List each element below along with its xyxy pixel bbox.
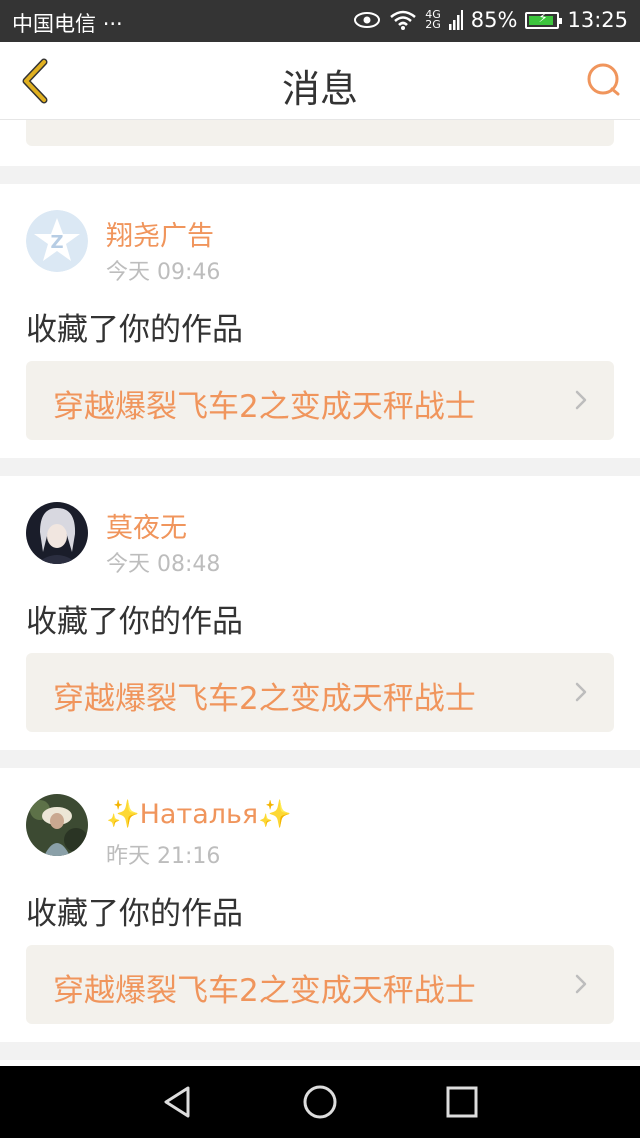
wifi-icon (390, 10, 417, 30)
nav-back-icon[interactable] (160, 1084, 196, 1120)
message-list[interactable]: Z 翔尧广告 今天 09:46 收藏了你的作品 穿越爆裂飞车2之变成天秤战士 莫… (0, 120, 640, 1066)
nav-recents-icon[interactable] (444, 1084, 480, 1120)
avatar[interactable] (26, 502, 88, 564)
user-portrait-avatar (26, 502, 88, 564)
nav-home-icon[interactable] (302, 1084, 338, 1120)
page-title: 消息 (281, 67, 358, 111)
header-bar: 消息 (0, 42, 640, 120)
work-link-partial[interactable] (26, 120, 614, 146)
message-card: 莫夜无 今天 08:48 收藏了你的作品 穿越爆裂飞车2之变成天秤战士 (0, 476, 640, 750)
carrier-label: 中国电信 (12, 12, 96, 36)
more-indicator: ··· (102, 12, 123, 36)
message-card: Z 翔尧广告 今天 09:46 收藏了你的作品 穿越爆裂飞车2之变成天秤战士 (0, 184, 640, 458)
avatar[interactable] (26, 794, 88, 856)
battery-percent: 85% (470, 8, 518, 32)
action-text: 收藏了你的作品 (26, 312, 243, 348)
eye-icon (354, 12, 381, 28)
avatar[interactable]: Z (26, 210, 88, 272)
status-bar: 中国电信 ··· 4G 2G 85% ⚡ 13:25 (0, 0, 640, 42)
status-time: 13:25 (567, 8, 628, 32)
battery-icon: ⚡ (525, 11, 563, 29)
username[interactable]: ✨Наталья✨ (106, 798, 292, 830)
signal-icon (448, 10, 463, 30)
username[interactable]: 莫夜无 (106, 506, 187, 545)
status-left: 中国电信 ··· (12, 8, 123, 38)
chevron-right-icon (575, 974, 587, 994)
work-link[interactable]: 穿越爆裂飞车2之变成天秤战士 (26, 361, 614, 440)
chevron-right-icon (575, 390, 587, 410)
network-type: 4G 2G (425, 9, 441, 31)
message-time: 昨天 21:16 (106, 844, 221, 869)
work-title: 穿越爆裂飞车2之变成天秤战士 (53, 681, 476, 717)
work-link[interactable]: 穿越爆裂飞车2之变成天秤战士 (26, 653, 614, 732)
network-bottom-label: 2G (425, 18, 441, 31)
message-time: 今天 09:46 (106, 260, 221, 285)
message-card-partial (0, 120, 640, 166)
system-nav-bar (0, 1066, 640, 1138)
work-title: 穿越爆裂飞车2之变成天秤战士 (53, 973, 476, 1009)
message-card: ✨Наталья✨ 昨天 21:16 收藏了你的作品 穿越爆裂飞车2之变成天秤战… (0, 768, 640, 1042)
work-title: 穿越爆裂飞车2之变成天秤战士 (53, 389, 476, 425)
action-text: 收藏了你的作品 (26, 604, 243, 640)
user-photo-avatar (26, 794, 88, 856)
svg-text:Z: Z (50, 232, 63, 253)
work-link[interactable]: 穿越爆裂飞车2之变成天秤战士 (26, 945, 614, 1024)
username[interactable]: 翔尧广告 (106, 214, 214, 253)
chevron-right-icon (575, 682, 587, 702)
status-right: 4G 2G 85% ⚡ 13:25 (353, 8, 628, 32)
action-text: 收藏了你的作品 (26, 896, 243, 932)
message-time: 今天 08:48 (106, 552, 221, 577)
qq-zone-avatar-icon: Z (26, 210, 88, 272)
search-icon[interactable] (586, 62, 622, 98)
